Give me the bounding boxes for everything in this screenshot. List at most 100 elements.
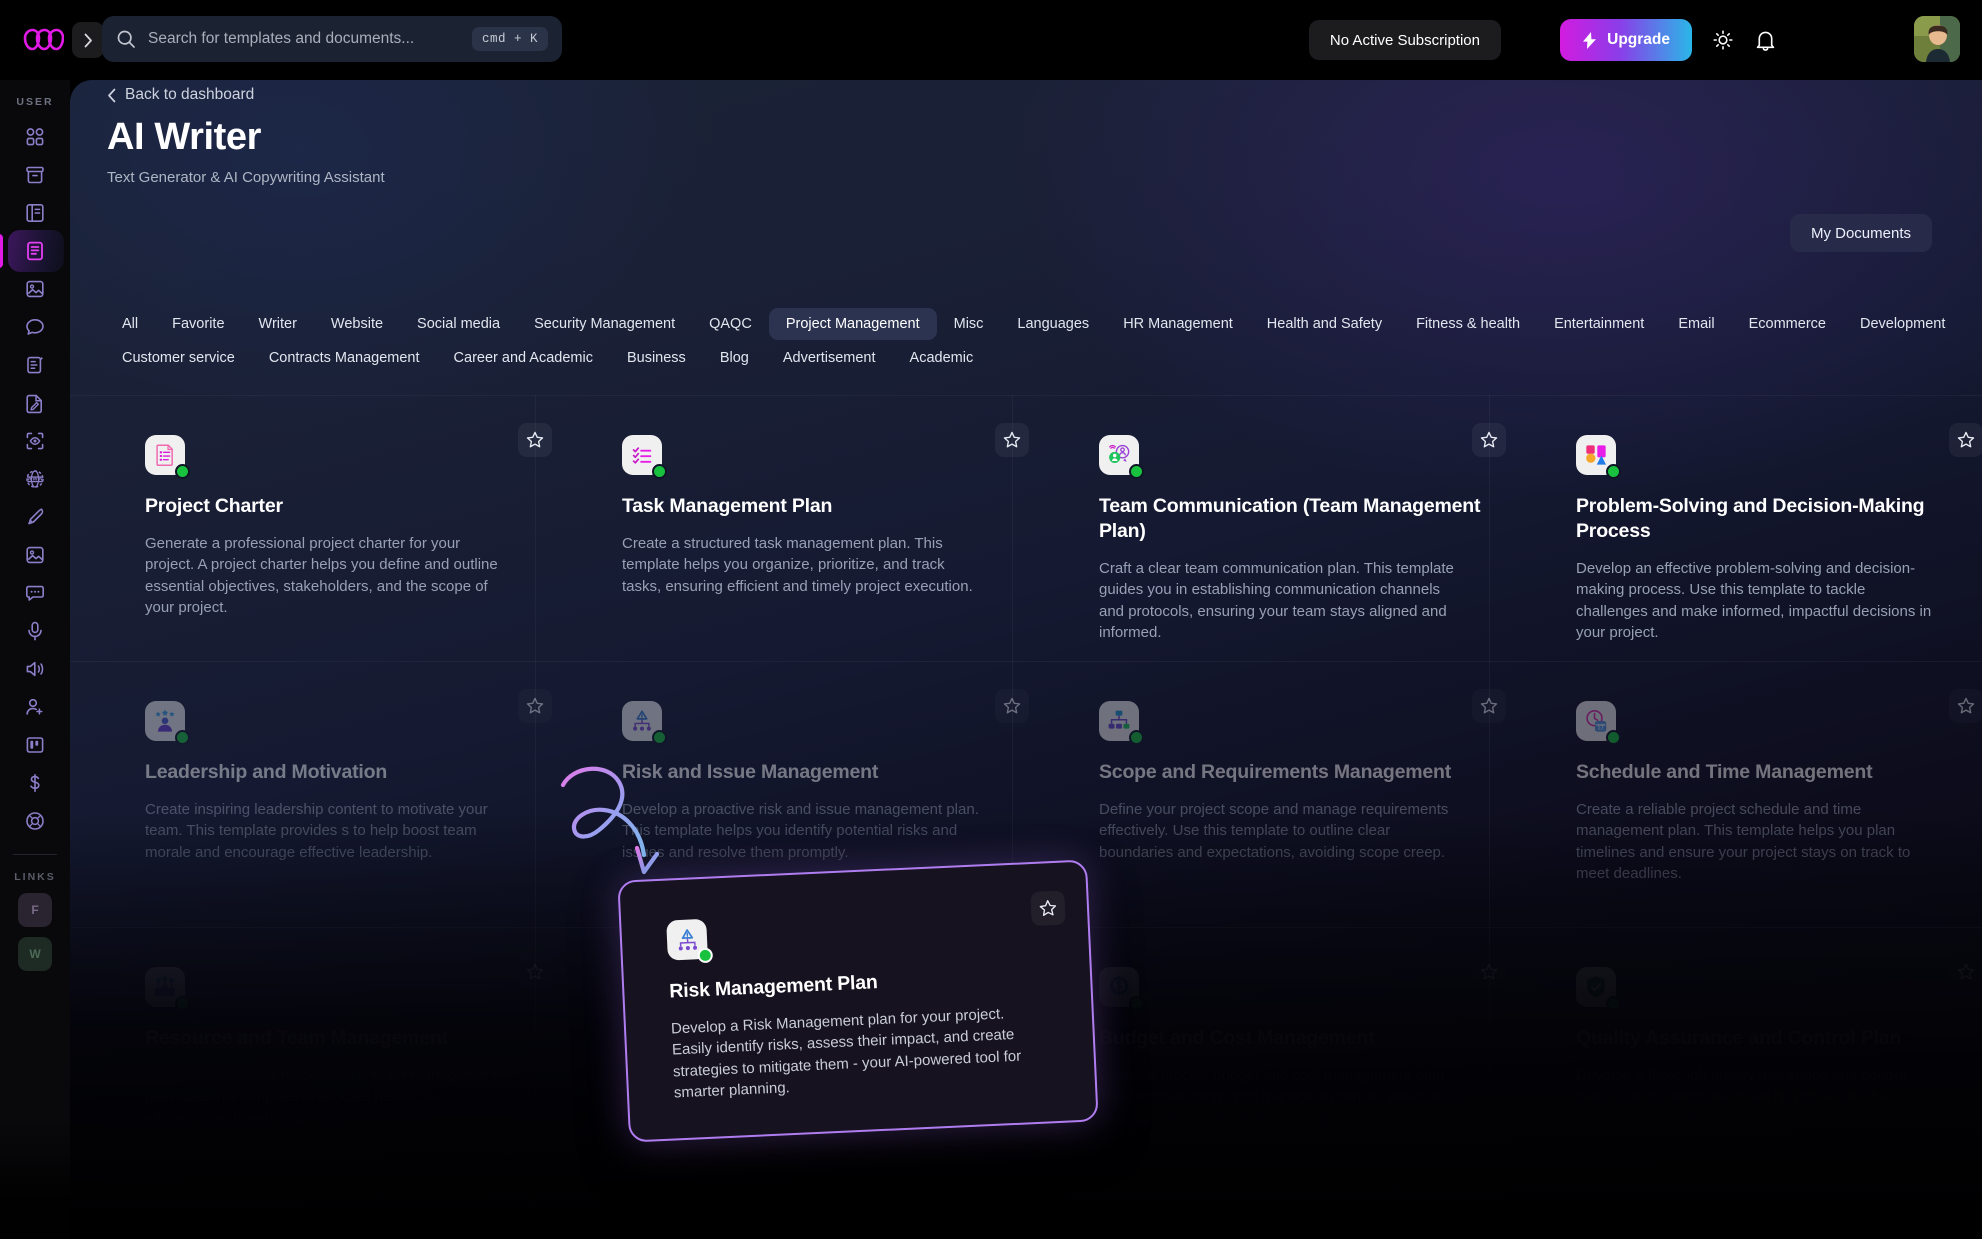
upgrade-button[interactable]: Upgrade — [1560, 19, 1692, 61]
star-outline-icon — [1957, 431, 1975, 448]
sidebar-item-comments[interactable] — [0, 574, 70, 612]
card-description: Create a reliable project schedule and t… — [1576, 800, 1911, 882]
card-description: Generate a detailed resource and team ma… — [145, 1066, 498, 1127]
template-card[interactable]: Budget and Cost Management Create a preci… — [1054, 927, 1528, 1193]
notifications-button[interactable] — [1746, 21, 1784, 59]
sidebar-item-ai-editor[interactable] — [0, 384, 70, 422]
org-chart-icon — [1099, 701, 1144, 745]
favorite-star-button[interactable] — [995, 423, 1029, 457]
apps-grid-icon — [26, 128, 44, 146]
sidebar-item-text-to-speech[interactable] — [0, 650, 70, 688]
favorite-star-button[interactable] — [1949, 423, 1982, 457]
archive-box-icon — [26, 166, 44, 184]
search-placeholder: Search for templates and documents... — [148, 30, 415, 47]
avatar[interactable] — [1914, 16, 1960, 62]
status-dot-online — [1129, 996, 1144, 1011]
sidebar-links-label: LINKS — [14, 871, 56, 883]
favorite-star-button[interactable] — [995, 689, 1029, 723]
status-dot-online — [1129, 730, 1144, 745]
curly-arrow-icon — [557, 760, 677, 880]
chevron-left-icon — [107, 88, 116, 103]
star-outline-icon — [526, 697, 544, 714]
svg-text:WWW: WWW — [27, 477, 44, 483]
search-input[interactable]: Search for templates and documents... cm… — [102, 16, 562, 62]
photo-icon — [26, 546, 44, 564]
template-card[interactable]: Resource and Team Management Generate a d… — [100, 927, 574, 1193]
favorite-star-button[interactable] — [518, 423, 552, 457]
document-lines-icon — [27, 241, 43, 261]
sidebar-item-gallery[interactable] — [0, 536, 70, 574]
favorite-star-button[interactable] — [1472, 689, 1506, 723]
upgrade-label: Upgrade — [1607, 31, 1670, 48]
subscription-status-badge[interactable]: No Active Subscription — [1308, 20, 1501, 60]
sidebar-item-ai-pen[interactable] — [0, 498, 70, 536]
bell-icon — [1756, 31, 1774, 51]
book-open-icon — [26, 203, 44, 222]
whatsapp-link[interactable]: W — [18, 937, 52, 971]
pen-nib-icon — [28, 508, 44, 525]
clock-calendar-icon: 17 — [1576, 701, 1621, 745]
sidebar-item-workflows[interactable] — [0, 726, 70, 764]
card-description: Craft a clear team communication plan. T… — [1099, 559, 1454, 641]
sidebar-item-ai-writer[interactable] — [0, 230, 70, 272]
back-to-dashboard-link[interactable]: Back to dashboard — [107, 86, 385, 104]
favorite-star-button[interactable] — [1949, 955, 1982, 989]
favorite-star-button[interactable] — [1030, 890, 1066, 927]
favorite-star-button[interactable] — [518, 955, 552, 989]
sidebar-item-ai-vision[interactable] — [0, 422, 70, 460]
card-description: Create a precise budget and cost managem… — [1099, 1066, 1458, 1127]
leader-stars-icon — [145, 701, 190, 745]
app-logo[interactable] — [22, 20, 64, 60]
favorite-star-button[interactable] — [1472, 955, 1506, 989]
sidebar-item-web-tools[interactable]: WWW — [0, 460, 70, 498]
highlighted-template-card[interactable]: Risk Management Plan Develop a Risk Mana… — [617, 859, 1099, 1143]
support-circle-icon — [26, 812, 44, 830]
template-card[interactable]: Quality Assurance and Control Plan Develo… — [1531, 927, 1982, 1193]
status-dot-online — [652, 730, 667, 745]
template-card[interactable]: Scope and Requirements Management Define … — [1054, 661, 1528, 927]
search-icon — [116, 29, 136, 49]
template-card[interactable]: Problem-Solving and Decision-Making Proc… — [1531, 395, 1982, 661]
card-description: Create a structured task management plan… — [622, 534, 973, 595]
sidebar-item-ai-image[interactable] — [0, 270, 70, 308]
sidebar-item-apps[interactable] — [0, 118, 70, 156]
template-card[interactable]: Team Communication (Team Management Plan… — [1054, 395, 1528, 661]
sidebar-item-support[interactable] — [0, 802, 70, 840]
sidebar-item-speech-to-text[interactable] — [0, 612, 70, 650]
card-title: Risk and Issue Management — [622, 761, 879, 783]
star-outline-icon — [1957, 963, 1975, 980]
template-card[interactable]: Task Management Plan Create a structured … — [577, 395, 1051, 661]
sidebar-item-archive[interactable] — [0, 156, 70, 194]
star-outline-icon — [1039, 900, 1057, 916]
template-card[interactable]: Project Charter Generate a professional p… — [100, 395, 574, 661]
left-sidebar: USER WWW LINKS F W — [0, 80, 70, 1239]
sidebar-collapse-toggle[interactable] — [72, 22, 104, 58]
status-dot-online — [1606, 730, 1621, 745]
favorite-star-button[interactable] — [1949, 689, 1982, 723]
user-plus-icon — [26, 698, 43, 715]
theme-toggle-button[interactable] — [1704, 21, 1742, 59]
sidebar-items: WWW — [0, 118, 70, 840]
sidebar-item-billing[interactable] — [0, 764, 70, 802]
sun-icon — [1713, 30, 1733, 50]
card-title: Risk Management Plan — [668, 971, 879, 1003]
favorite-star-button[interactable] — [1472, 423, 1506, 457]
template-card[interactable]: Leadership and Motivation Create inspirin… — [100, 661, 574, 927]
sidebar-item-ai-article[interactable] — [0, 346, 70, 384]
sidebar-item-invite-user[interactable] — [0, 688, 70, 726]
sidebar-item-library[interactable] — [0, 194, 70, 232]
status-dot-online — [1606, 464, 1621, 479]
template-card[interactable]: 17 Schedule and Time Management Create a r… — [1531, 661, 1982, 927]
sidebar-item-ai-chat[interactable] — [0, 308, 70, 346]
search-shortcut: cmd + K — [471, 27, 548, 51]
card-title: Quality Assurance and Control Plan — [1576, 1027, 1902, 1049]
status-dot-online — [175, 996, 190, 1011]
favorite-star-button[interactable] — [518, 689, 552, 723]
two-people-chat-icon — [1099, 435, 1144, 479]
my-documents-label: My Documents — [1810, 224, 1911, 242]
card-title: Team Communication (Team Management Plan… — [1099, 495, 1481, 542]
facebook-link[interactable]: F — [18, 893, 52, 927]
star-outline-icon — [1480, 697, 1498, 714]
page-header: Back to dashboard AI Writer Text Generat… — [107, 86, 385, 186]
my-documents-button[interactable]: My Documents — [1789, 214, 1932, 252]
